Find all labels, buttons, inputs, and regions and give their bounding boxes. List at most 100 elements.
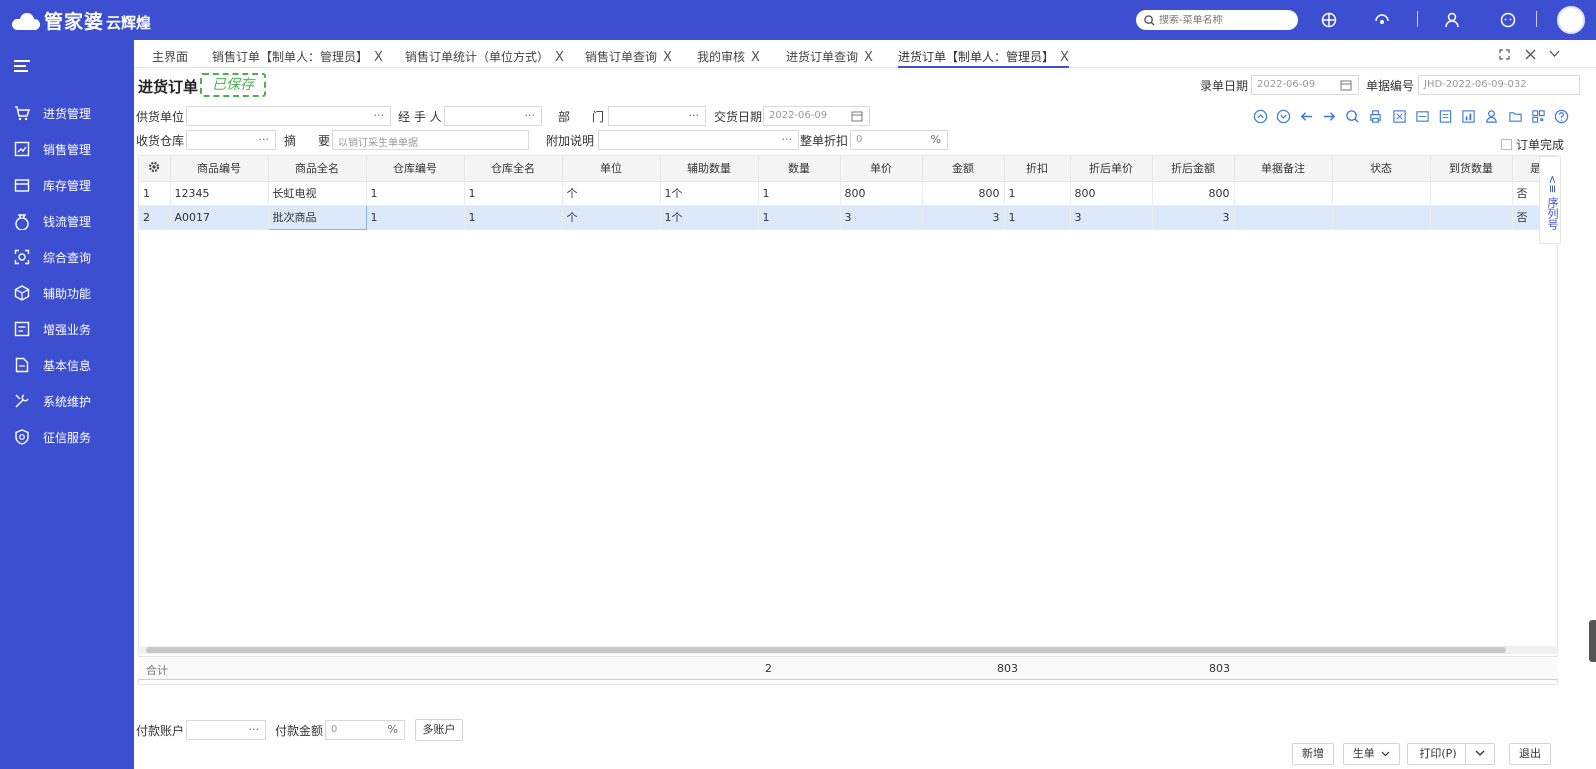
sidebar-item-query[interactable]: 综合查询 (0, 239, 134, 275)
tab-my-approval[interactable]: 我的审核 X (697, 48, 760, 68)
fullscreen-icon[interactable] (1499, 49, 1510, 60)
table-cell[interactable]: 1 (1004, 205, 1071, 230)
sidebar-item-inventory[interactable]: 库存管理 (0, 167, 134, 203)
sidebar-item-maintenance[interactable]: 系统维护 (0, 383, 134, 419)
table-cell[interactable]: 800 (840, 181, 923, 206)
column-header[interactable]: 仓库编号 (366, 156, 465, 182)
ellipsis-button[interactable]: ··· (689, 109, 700, 122)
menu-search-box[interactable] (1136, 10, 1298, 30)
column-header[interactable]: 辅助数量 (660, 156, 759, 182)
column-header[interactable]: 到货数量 (1430, 156, 1513, 182)
close-icon[interactable]: X (751, 50, 760, 65)
sidebar-item-purchase[interactable]: 进货管理 (0, 95, 134, 131)
table-cell[interactable] (1430, 181, 1513, 206)
payment-account-field[interactable]: ··· (186, 720, 266, 740)
arrow-right-icon[interactable] (1321, 107, 1339, 125)
column-header[interactable]: 状态 (1332, 156, 1431, 182)
menu-search-input[interactable] (1159, 14, 1289, 26)
search-icon[interactable] (1344, 107, 1362, 125)
help-icon[interactable] (1552, 107, 1570, 125)
tab-home[interactable]: 主界面 (152, 48, 188, 68)
generate-button[interactable]: 生单 (1343, 743, 1400, 765)
table-row[interactable]: 2 A0017 批次商品 1 1 个 1个 1 3 3 1 3 3 否 (139, 204, 1557, 230)
table-cell[interactable]: 1 (366, 181, 465, 206)
tab-purchase-query[interactable]: 进货订单查询 X (786, 48, 873, 68)
column-header[interactable]: 折后金额 (1152, 156, 1235, 182)
supplier-field[interactable]: ··· (186, 106, 391, 126)
table-cell[interactable]: 3 (840, 205, 923, 230)
sidebar-item-assist[interactable]: 辅助功能 (0, 275, 134, 311)
doc-no-field[interactable]: JHD-2022-06-09-032 (1418, 75, 1580, 95)
chat-icon[interactable] (1499, 11, 1517, 29)
close-icon[interactable]: X (663, 50, 672, 65)
ellipsis-button[interactable]: ··· (249, 723, 260, 736)
gear-icon[interactable] (148, 161, 160, 173)
table-cell[interactable]: 12345 (170, 181, 269, 206)
table-cell[interactable] (1332, 205, 1431, 230)
ellipsis-button[interactable]: ··· (259, 133, 270, 146)
table-row[interactable]: 1 12345 长虹电视 1 1 个 1个 1 800 800 1 800 80… (139, 181, 1557, 206)
folder-icon[interactable] (1506, 107, 1524, 125)
table-cell[interactable]: 800 (1070, 181, 1153, 206)
scrollbar-thumb[interactable] (146, 647, 1506, 653)
handler-field[interactable]: ··· (444, 106, 542, 126)
column-header[interactable]: 商品全名 (268, 156, 367, 182)
table-cell[interactable]: 3 (922, 205, 1005, 230)
print-icon[interactable] (1367, 107, 1385, 125)
table-cell[interactable]: 1 (758, 181, 841, 206)
close-icon[interactable]: X (864, 50, 873, 65)
table-cell[interactable] (1332, 181, 1431, 206)
close-window-icon[interactable] (1525, 49, 1536, 60)
side-drawer-handle[interactable] (1589, 620, 1596, 662)
tab-purchase-order[interactable]: 进货订单【制单人：管理员】 X (898, 48, 1069, 68)
close-icon[interactable]: X (1060, 50, 1069, 65)
close-icon[interactable]: X (374, 50, 383, 65)
globe-icon[interactable] (1320, 11, 1338, 29)
column-header[interactable]: 仓库全名 (464, 156, 563, 182)
table-cell[interactable]: 1个 (660, 181, 759, 206)
entry-date-field[interactable]: 2022-06-09 (1251, 75, 1359, 95)
person-icon[interactable] (1483, 107, 1501, 125)
circle-down-icon[interactable] (1274, 107, 1292, 125)
calendar-icon[interactable] (851, 110, 863, 122)
table-cell[interactable] (1430, 205, 1513, 230)
chevron-down-icon[interactable] (1549, 50, 1560, 58)
table-cell[interactable]: 800 (922, 181, 1005, 206)
table-cell[interactable]: 1个 (660, 205, 759, 230)
print-button[interactable]: 打印(P) (1407, 743, 1469, 765)
table-cell[interactable]: 批次商品 (267, 204, 367, 230)
sidebar-item-enhanced[interactable]: 增强业务 (0, 311, 134, 347)
sidebar-item-cashflow[interactable]: 钱流管理 (0, 203, 134, 239)
table-cell[interactable]: 个 (562, 205, 661, 230)
column-settings-header[interactable] (139, 156, 171, 182)
column-header[interactable]: 商品编号 (170, 156, 269, 182)
excel-icon[interactable] (1390, 107, 1408, 125)
print-options-button[interactable] (1465, 743, 1495, 765)
table-cell[interactable]: 800 (1152, 181, 1235, 206)
column-header[interactable]: 折后单价 (1070, 156, 1153, 182)
table-cell[interactable] (1234, 205, 1333, 230)
user-icon[interactable] (1443, 11, 1461, 29)
table-cell[interactable]: 1 (464, 181, 563, 206)
warehouse-field[interactable]: ··· (186, 130, 276, 150)
close-icon[interactable]: X (555, 50, 564, 65)
payment-amount-field[interactable]: 0 % (325, 720, 405, 740)
order-complete-checkbox[interactable]: 订单完成 (1501, 136, 1564, 153)
qrcode-icon[interactable] (1529, 107, 1547, 125)
column-header[interactable]: 金额 (922, 156, 1005, 182)
table-cell[interactable]: 1 (758, 205, 841, 230)
exit-button[interactable]: 退出 (1509, 743, 1551, 765)
summary-field[interactable]: 以销订采生单单据 (332, 130, 529, 150)
tab-sales-stats[interactable]: 销售订单统计（单位方式） X (405, 48, 564, 68)
sidebar-item-sales[interactable]: 销售管理 (0, 131, 134, 167)
checkbox-box[interactable] (1501, 139, 1512, 150)
xml-icon[interactable] (1413, 107, 1431, 125)
sidebar-item-credit[interactable]: 征信服务 (0, 419, 134, 455)
table-cell[interactable]: 1 (139, 181, 171, 206)
table-cell[interactable] (1234, 181, 1333, 206)
column-header[interactable]: 数量 (758, 156, 841, 182)
table-cell[interactable]: 长虹电视 (268, 181, 367, 206)
column-header[interactable]: 单价 (840, 156, 923, 182)
table-cell[interactable]: 1 (366, 205, 465, 230)
avatar[interactable] (1557, 6, 1585, 34)
